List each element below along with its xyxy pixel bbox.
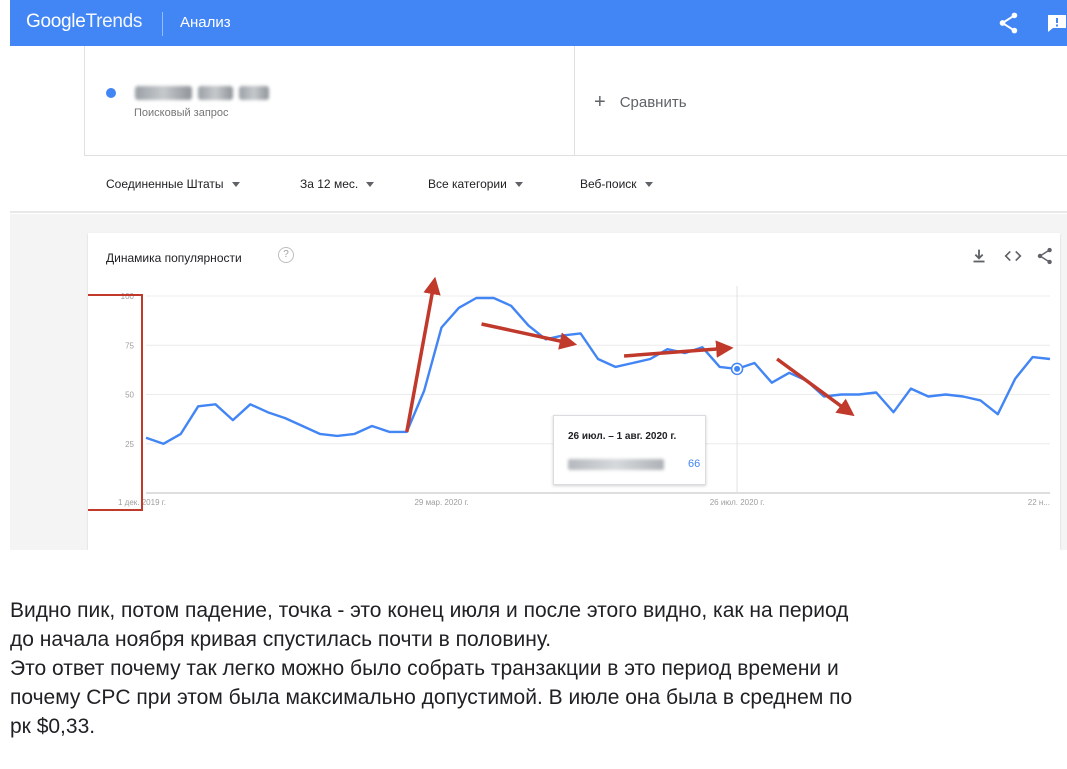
x-tick-label: 26 июл. 2020 г. <box>710 498 765 507</box>
compare-button[interactable]: + Сравнить <box>594 92 687 112</box>
feedback-icon[interactable] <box>1044 10 1067 36</box>
google-trends-screenshot: GoogleTrends Анализ Поисковый запрос + С… <box>10 0 1067 550</box>
compare-divider <box>574 46 575 156</box>
logo-trends-text: Trends <box>85 11 143 32</box>
annotation-arrow <box>623 340 734 358</box>
panel-border <box>84 46 85 156</box>
filter-region[interactable]: Соединенные Штаты <box>106 177 240 191</box>
x-tick-label: 22 н... <box>1028 498 1050 507</box>
filter-region-label: Соединенные Штаты <box>106 177 224 191</box>
filter-search-type[interactable]: Веб-поиск <box>580 177 653 191</box>
annotation-arrow <box>776 357 855 417</box>
chart-tooltip: 26 июл. – 1 авг. 2020 г. 66 <box>553 415 706 485</box>
filter-period-label: За 12 мес. <box>300 177 359 191</box>
filter-category[interactable]: Все категории <box>428 177 523 191</box>
tooltip-term-redacted <box>568 459 664 470</box>
compare-label: Сравнить <box>619 93 687 111</box>
y-tick-label: 25 <box>125 440 134 449</box>
header-divider <box>162 12 163 36</box>
caption-line: почему CPC при этом была максимально доп… <box>10 686 853 709</box>
caption-line: рк $0,33. <box>10 715 96 738</box>
tooltip-date: 26 июл. – 1 авг. 2020 г. <box>568 431 677 442</box>
filter-category-label: Все категории <box>428 177 507 191</box>
caption-text: Видно пик, потом падение, точка - это ко… <box>10 596 1060 741</box>
plus-icon: + <box>594 91 606 113</box>
google-trends-logo[interactable]: GoogleTrends <box>26 11 142 33</box>
annotation-arrow <box>405 276 441 433</box>
caret-down-icon <box>366 181 375 187</box>
tooltip-value: 66 <box>688 458 701 470</box>
share-icon[interactable] <box>996 10 1022 36</box>
search-term-type: Поисковый запрос <box>134 107 229 119</box>
caret-down-icon <box>231 181 240 187</box>
highlight-point <box>734 365 741 372</box>
caption-line: Видно пик, потом падение, точка - это ко… <box>10 599 849 622</box>
x-tick-label: 29 мар. 2020 г. <box>414 498 468 507</box>
y-tick-label: 100 <box>121 292 135 301</box>
filter-bar: Соединенные Штаты За 12 мес. Все категор… <box>10 157 1067 213</box>
filter-search-type-label: Веб-поиск <box>580 177 637 191</box>
top-app-bar: GoogleTrends Анализ <box>10 0 1067 46</box>
page-title: Анализ <box>180 14 231 31</box>
caret-down-icon <box>644 181 653 187</box>
y-tick-label: 75 <box>125 341 134 350</box>
caption-line: до начала ноября кривая спустилась почти… <box>10 628 552 651</box>
logo-google-text: Google <box>26 11 86 32</box>
caret-down-icon <box>514 181 523 187</box>
series-color-dot <box>106 88 116 98</box>
filter-period[interactable]: За 12 мес. <box>300 177 375 191</box>
annotation-arrow <box>481 322 578 350</box>
interest-over-time-card: Динамика популярности ? 25 50 75 100 1 дек. … <box>88 233 1060 550</box>
caption-line: Это ответ почему так легко можно было со… <box>10 657 839 680</box>
interest-line-chart: 2550751001 дек. 2019 г. 29 мар. 2020 г. 26… <box>88 276 1051 511</box>
y-tick-label: 50 <box>125 391 134 400</box>
search-term-redacted[interactable] <box>135 86 269 102</box>
y-axis-highlight-box <box>88 294 143 511</box>
